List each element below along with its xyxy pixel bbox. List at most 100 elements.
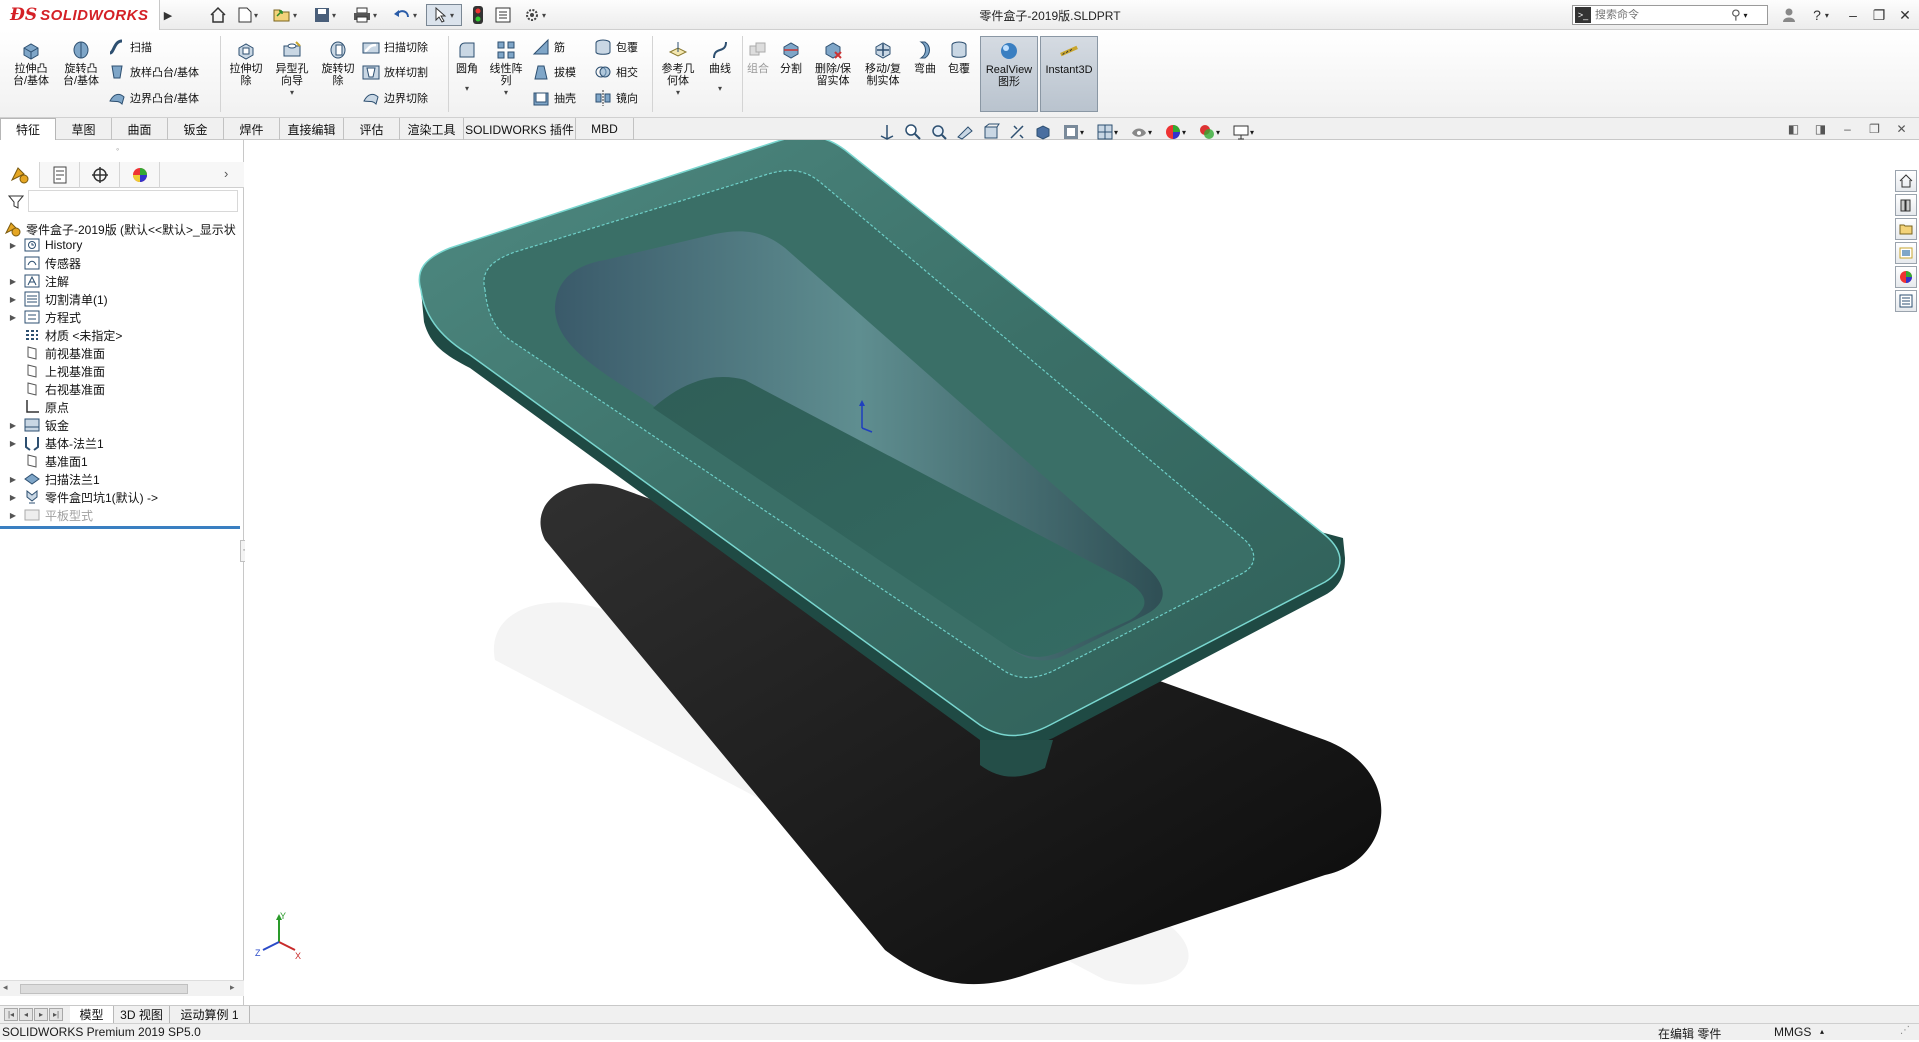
propertymanager-tab-icon[interactable] [40,162,80,188]
filter-input[interactable] [28,190,238,212]
tab-weldments[interactable]: 焊件 [224,118,280,140]
tab-sheet-metal[interactable]: 钣金 [168,118,224,140]
zoom-to-area-icon[interactable] [902,121,924,143]
expand-arrow-icon[interactable]: ▶ [7,421,19,430]
hide-show-items-icon[interactable]: ▾ [1058,121,1088,143]
tab-motion-study[interactable]: 运动算例 1 [170,1006,250,1023]
viewport-next-icon[interactable]: ◨ [1807,122,1834,142]
rollback-bar[interactable] [0,526,240,529]
expand-arrow-icon[interactable]: ▶ [7,277,19,286]
revolve-cut-button[interactable]: 旋转切 除 [316,40,360,87]
search-dropdown-icon[interactable]: ▾ [1744,11,1748,20]
sweep-button[interactable]: 扫描 [108,38,152,56]
dynamic-annotation-icon[interactable] [980,121,1002,143]
rib-button[interactable]: 筋 [532,38,565,56]
command-search-box[interactable]: >_ ⚲ ▾ [1572,5,1768,25]
tab-sketch[interactable]: 草图 [56,118,112,140]
expand-arrow-icon[interactable]: ▶ [7,313,19,322]
filter-icon[interactable] [8,194,24,210]
save-icon[interactable]: ▾ [308,4,342,26]
revolve-boss-button[interactable]: 旋转凸 台/基体 [58,40,104,87]
expand-arrow-icon[interactable]: ▶ [7,475,19,484]
tree-item[interactable]: ▶ 方程式 [0,308,244,326]
new-document-icon[interactable]: ▾ [232,4,264,26]
tree-item[interactable]: ▶ 注解 [0,272,244,290]
tree-item[interactable]: 传感器 [0,254,244,272]
lofted-cut-button[interactable]: 放样切割 [362,63,428,81]
tab-3d-views[interactable]: 3D 视图 [114,1006,170,1023]
file-properties-icon[interactable] [492,4,514,26]
ref-geometry-dropdown-icon[interactable]: ▾ [676,87,680,99]
tab-surfaces[interactable]: 曲面 [112,118,168,140]
pattern-dropdown-icon[interactable]: ▾ [504,87,508,99]
extrude-boss-button[interactable]: 拉伸凸 台/基体 [8,40,54,87]
boundary-boss-button[interactable]: 边界凸台/基体 [108,89,199,107]
edit-appearance-icon[interactable]: ▾ [1092,121,1122,143]
graphics-area[interactable]: Z X Y [245,135,1919,1005]
displaymanager-tab-icon[interactable] [120,162,160,188]
tree-horizontal-scrollbar[interactable]: ◂ ▸ [0,980,244,996]
tree-item[interactable]: ▶ 平板型式 [0,506,244,524]
reference-geometry-button[interactable]: 参考几 何体 ▾ [656,40,700,99]
restore-icon[interactable]: ❐ [1866,4,1892,26]
tab-render-tools[interactable]: 渲染工具 [400,118,464,140]
zoom-to-fit-icon[interactable] [876,121,898,143]
tab-direct-editing[interactable]: 直接编辑 [280,118,344,140]
design-library-icon[interactable] [1895,194,1917,216]
tab-model[interactable]: 模型 [70,1006,114,1023]
curves-button[interactable]: 曲线 ▾ [702,40,738,95]
part-model-view[interactable] [245,135,1919,1005]
select-icon[interactable]: ▾ [426,4,462,26]
delete-keep-body-button[interactable]: 删除/保 留实体 [810,40,856,87]
tab-evaluate[interactable]: 评估 [344,118,400,140]
tree-item[interactable]: 右视基准面 [0,380,244,398]
prev-tab-icon[interactable]: ◂ [19,1008,33,1021]
search-icon[interactable]: ⚲ [1731,7,1741,23]
expand-arrow-icon[interactable]: ▶ [7,511,19,520]
scene-icon[interactable]: ▾ [1194,121,1224,143]
tab-solidworks-addins[interactable]: SOLIDWORKS 插件 [464,118,576,140]
apply-scene-icon[interactable]: ▾ [1126,121,1156,143]
loft-boss-button[interactable]: 放样凸台/基体 [108,63,199,81]
extrude-cut-button[interactable]: 拉伸切 除 [224,40,268,87]
viewport-restore-icon[interactable]: ❐ [1861,122,1888,142]
split-button[interactable]: 分割 [776,40,806,75]
tree-item[interactable]: 材质 <未指定> [0,326,244,344]
home-icon[interactable] [206,4,230,26]
swept-cut-button[interactable]: 扫描切除 [362,38,428,56]
move-copy-body-button[interactable]: 移动/复 制实体 [860,40,906,87]
tree-item[interactable]: 原点 [0,398,244,416]
display-style-icon[interactable] [1032,121,1054,143]
options-gear-icon[interactable]: ▾ [518,4,552,26]
panel-more-arrow-icon[interactable]: › [224,166,228,181]
units-dropdown-icon[interactable]: ▴ [1820,1027,1824,1036]
panel-grip-icon[interactable]: ◦ [116,144,119,154]
boundary-cut-button[interactable]: 边界切除 [362,89,428,107]
last-tab-icon[interactable]: ▸| [49,1008,63,1021]
wrap2-button[interactable]: 包覆 [944,40,974,75]
tree-item[interactable]: 上视基准面 [0,362,244,380]
view-orientation-icon[interactable] [1006,121,1028,143]
fillet-button[interactable]: 圆角 ▾ [452,40,482,95]
undo-icon[interactable]: ▾ [388,4,422,26]
tree-item[interactable]: ▶ 基体-法兰1 [0,434,244,452]
search-input[interactable] [1595,9,1725,21]
combine-button[interactable]: 组合 [744,40,772,75]
curves-dropdown-icon[interactable]: ▾ [718,83,722,95]
tree-filter-row[interactable] [0,190,244,214]
section-view-icon[interactable] [954,121,976,143]
wrap-button[interactable]: 包覆 [594,38,638,56]
expand-arrow-icon[interactable]: ▶ [7,493,19,502]
shell-button[interactable]: 抽壳 [532,89,576,107]
appearance-sphere-icon[interactable]: ▾ [1160,121,1190,143]
tree-item[interactable]: ▶ 钣金 [0,416,244,434]
first-tab-icon[interactable]: |◂ [4,1008,18,1021]
hole-wizard-dropdown-icon[interactable]: ▾ [290,87,294,99]
expand-arrow-icon[interactable]: ▶ [7,439,19,448]
next-tab-icon[interactable]: ▸ [34,1008,48,1021]
tree-item[interactable]: 基准面1 [0,452,244,470]
featuremanager-tab-icon[interactable] [0,162,40,188]
draft-button[interactable]: 拔模 [532,63,576,81]
help-icon[interactable]: ? ▾ [1804,4,1838,26]
scrollbar-thumb[interactable] [20,984,188,994]
